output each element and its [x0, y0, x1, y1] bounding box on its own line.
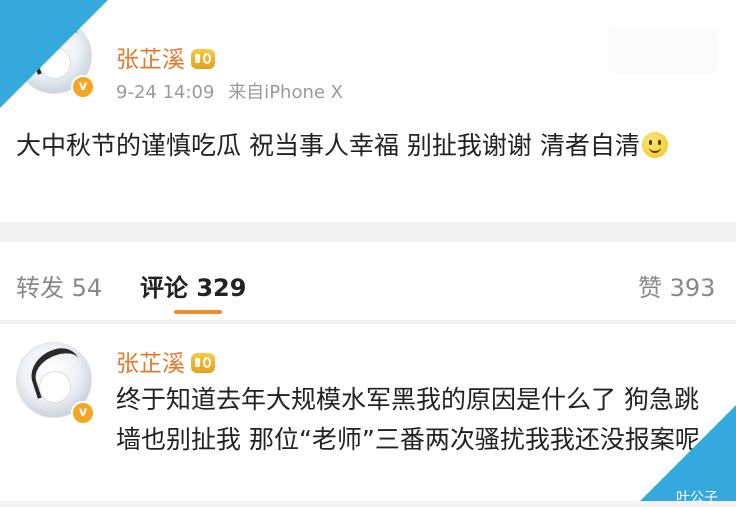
weibo-post: v 张芷溪 9-24 14:09 来自iPhone X 大中秋节的谨慎吃瓜 祝当… [0, 0, 736, 222]
post-stats-tabs: 转发 54 评论 329 赞 393 [0, 242, 736, 320]
post-text-content: 大中秋节的谨慎吃瓜 祝当事人幸福 别扯我谢谢 清者自清 [16, 131, 640, 160]
avatar-face [39, 371, 71, 403]
comment-count: 329 [196, 274, 247, 302]
follow-button-faded[interactable] [608, 28, 718, 74]
repost-count: 54 [71, 274, 103, 302]
comment-username-text[interactable]: 张芷溪 [116, 351, 185, 377]
like-label: 赞 [638, 274, 662, 302]
comment-text: 终于知道去年大规模水军黑我的原因是什么了 狗急跳墙也别扯我 那位“老师”三番两次… [116, 385, 700, 454]
vip-crown-icon [191, 49, 215, 69]
tab-likes[interactable]: 赞 393 [638, 268, 715, 303]
watermark-text: 叶公子 [676, 490, 718, 506]
post-username[interactable]: 张芷溪 [116, 40, 215, 74]
vip-crown-icon [191, 353, 215, 373]
post-text: 大中秋节的谨慎吃瓜 祝当事人幸福 别扯我谢谢 清者自清 [16, 126, 726, 166]
post-source: 来自iPhone X [228, 82, 343, 103]
corner-decoration-top-left [0, 0, 108, 108]
comment-avatar[interactable]: v [16, 342, 95, 425]
smile-emoji-icon [641, 132, 668, 158]
active-tab-indicator [174, 310, 222, 314]
comment-username[interactable]: 张芷溪 [116, 344, 215, 378]
post-meta: 9-24 14:09 来自iPhone X [116, 78, 351, 104]
comment-item: v 张芷溪 终于知道去年大规模水军黑我的原因是什么了 狗急跳墙也别扯我 那位“老… [0, 324, 736, 501]
tab-comments[interactable]: 评论 329 [140, 268, 246, 303]
post-username-text[interactable]: 张芷溪 [116, 47, 185, 73]
comment-label: 评论 [140, 274, 188, 302]
like-count: 393 [669, 274, 716, 302]
tab-repost[interactable]: 转发 54 [16, 268, 102, 303]
post-date: 9-24 14:09 [116, 82, 215, 103]
repost-label: 转发 [16, 274, 64, 302]
verified-badge-icon: v [71, 401, 95, 425]
